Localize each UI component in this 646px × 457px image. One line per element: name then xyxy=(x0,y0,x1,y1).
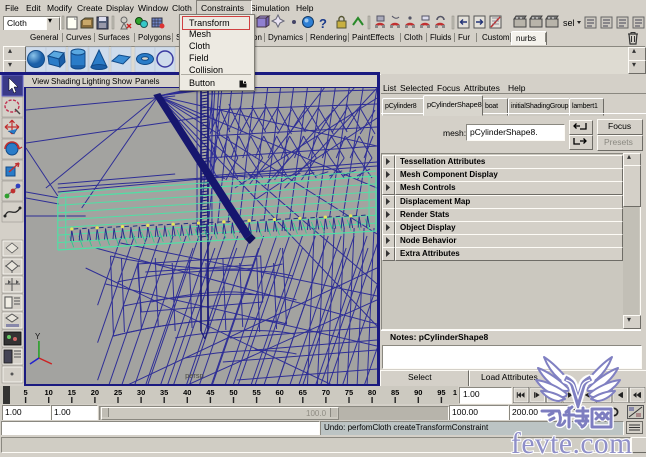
svg-text:5: 5 xyxy=(24,388,28,397)
svg-text:40: 40 xyxy=(183,388,191,397)
svg-text:70: 70 xyxy=(322,388,330,397)
svg-text:Y: Y xyxy=(35,332,41,341)
svg-text:persp: persp xyxy=(185,371,204,380)
svg-text:45: 45 xyxy=(206,388,214,397)
svg-text:30: 30 xyxy=(137,388,145,397)
svg-text:25: 25 xyxy=(114,388,122,397)
svg-text:60: 60 xyxy=(276,388,284,397)
svg-text:?: ? xyxy=(319,16,327,31)
svg-text:15: 15 xyxy=(68,388,76,397)
svg-text:fevte.com: fevte.com xyxy=(511,428,633,457)
svg-text:sel: sel xyxy=(563,18,575,28)
svg-text:35: 35 xyxy=(160,388,168,397)
svg-text:65: 65 xyxy=(299,388,307,397)
svg-text:85: 85 xyxy=(391,388,399,397)
svg-text:95: 95 xyxy=(437,388,445,397)
svg-text:1: 1 xyxy=(453,388,457,397)
svg-text:55: 55 xyxy=(252,388,260,397)
svg-text:90: 90 xyxy=(414,388,422,397)
svg-text:75: 75 xyxy=(345,388,353,397)
svg-text:10: 10 xyxy=(45,388,53,397)
svg-text:50: 50 xyxy=(229,388,237,397)
svg-text:80: 80 xyxy=(368,388,376,397)
svg-text:20: 20 xyxy=(91,388,99,397)
